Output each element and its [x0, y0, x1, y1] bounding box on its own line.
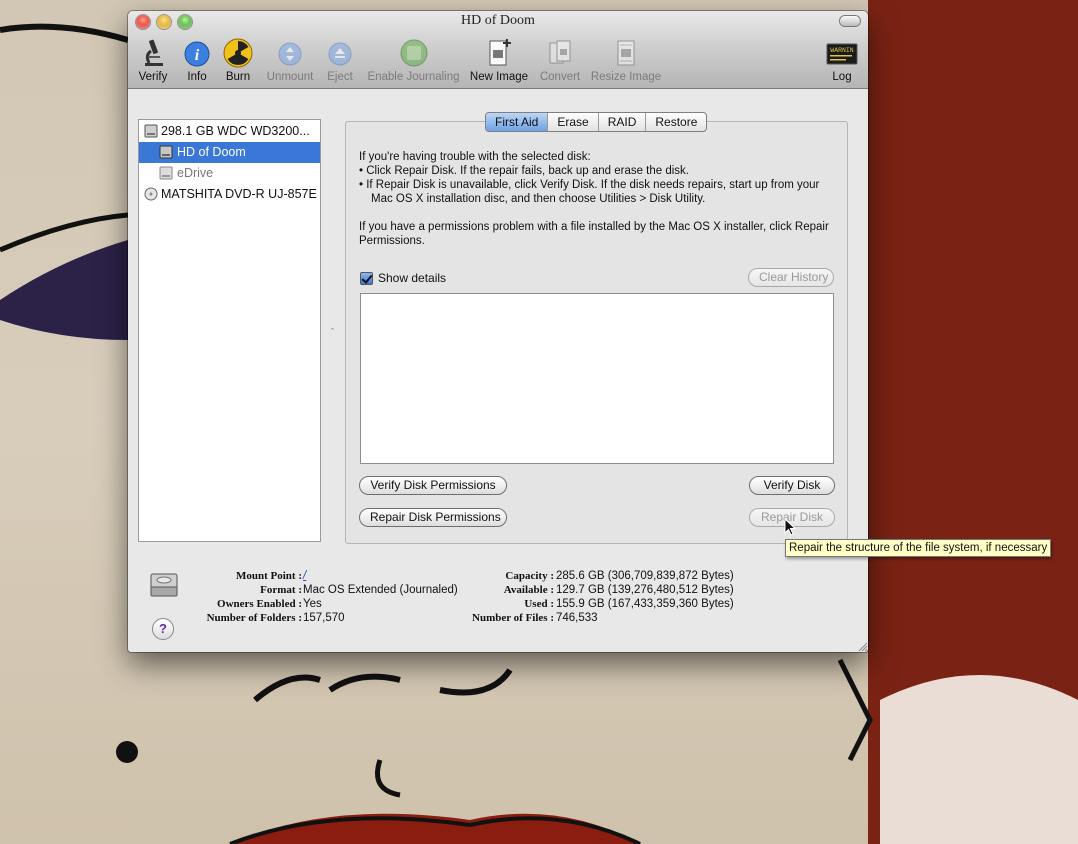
convert-icon [549, 40, 571, 64]
toolbar-info-label: Info [187, 71, 207, 83]
show-details-checkbox[interactable] [360, 271, 373, 285]
capacity-value: 285.6 GB (306,709,839,872 Bytes) [556, 570, 734, 582]
hard-disk-icon [144, 124, 158, 138]
microscope-icon [145, 39, 163, 66]
disk-utility-window: HD of Doom Verify i Info Burn Unmount Ej… [128, 11, 868, 652]
volume-icon [159, 145, 173, 159]
toolbar-convert-label: Convert [539, 71, 581, 83]
toolbar-log-label: Log [832, 71, 852, 83]
toolbar-enable-journaling-button[interactable]: Enable Journaling [366, 37, 461, 87]
repair-disk-tooltip: Repair the structure of the file system,… [785, 539, 1052, 557]
toolbar-eject-button[interactable]: Eject [324, 37, 356, 87]
owners-enabled-value: Yes [303, 598, 322, 610]
sidebar-item-edrive[interactable]: eDrive [139, 163, 320, 184]
sidebar-item-hd-of-doom[interactable]: HD of Doom [139, 142, 320, 163]
unmount-icon [278, 42, 302, 66]
details-log-area[interactable] [360, 293, 834, 464]
sidebar-item-dvd-drive[interactable]: MATSHITA DVD-R UJ-857E [139, 184, 320, 205]
repair-disk-permissions-button[interactable]: Repair Disk Permissions [359, 508, 507, 527]
toolbar-new-image-label: New Image [469, 71, 529, 83]
mouse-pointer-icon [784, 518, 796, 536]
instructions-bullet: • If Repair Disk is unavailable, click V… [359, 179, 820, 205]
toolbar-resize-image-label: Resize Image [590, 71, 662, 83]
used-key: Used : [524, 598, 554, 610]
toolbar: HD of Doom Verify i Info Burn Unmount Ej… [128, 11, 868, 89]
sidebar-item-label: HD of Doom [177, 145, 246, 159]
tab-first-aid[interactable]: First Aid [486, 113, 549, 131]
tab-erase[interactable]: Erase [548, 113, 599, 131]
hard-disk-icon [150, 573, 178, 597]
toolbar-log-button[interactable]: WARNIN Log [825, 37, 859, 87]
number-of-folders-key: Number of Folders : [206, 612, 302, 624]
format-key: Format : [260, 584, 302, 596]
tab-raid[interactable]: RAID [599, 113, 647, 131]
toolbar-unmount-label: Unmount [266, 71, 314, 83]
permissions-note: If you have a permissions problem with a… [359, 221, 829, 247]
sidebar-item-label: eDrive [177, 166, 214, 180]
toolbar-burn-label: Burn [225, 71, 251, 83]
toolbar-unmount-button[interactable]: Unmount [263, 37, 317, 87]
number-of-folders-value: 157,570 [303, 612, 345, 624]
show-details-option[interactable]: Show details [360, 270, 446, 286]
tab-restore[interactable]: Restore [646, 113, 706, 131]
verify-disk-button[interactable]: Verify Disk [749, 476, 835, 495]
optical-drive-icon [144, 187, 158, 201]
mount-point-link[interactable]: / [303, 569, 306, 583]
resize-grip-icon[interactable] [856, 640, 868, 652]
toolbar-verify-button[interactable]: Verify [134, 37, 172, 87]
toolbar-toggle-button[interactable] [840, 16, 860, 26]
radiation-icon [223, 38, 253, 68]
number-of-files-value: 746,533 [556, 612, 598, 624]
tab-bar: First Aid Erase RAID Restore [485, 112, 708, 132]
journal-icon [400, 39, 427, 67]
available-value: 129.7 GB (139,276,480,512 Bytes) [556, 584, 734, 596]
mount-point-key: Mount Point : [236, 570, 302, 582]
resize-image-icon [617, 40, 635, 66]
number-of-files-key: Number of Files : [472, 612, 554, 624]
clear-history-button[interactable]: Clear History [748, 268, 834, 287]
sidebar-item-wdc-disk[interactable]: 298.1 GB WDC WD3200... [139, 121, 320, 142]
svg-text:i: i [195, 47, 200, 64]
sidebar-item-label: MATSHITA DVD-R UJ-857E [161, 187, 317, 201]
available-key: Available : [503, 584, 554, 596]
verify-disk-permissions-button[interactable]: Verify Disk Permissions [359, 476, 507, 495]
new-image-icon [489, 39, 511, 66]
toolbar-convert-button[interactable]: Convert [537, 37, 583, 87]
instructions-intro: If you're having trouble with the select… [359, 151, 591, 163]
capacity-key: Capacity : [505, 570, 554, 582]
format-value: Mac OS Extended (Journaled) [303, 584, 458, 596]
volume-icon [159, 166, 173, 180]
used-value: 155.9 GB (167,433,359,360 Bytes) [556, 598, 734, 610]
toolbar-info-button[interactable]: i Info [181, 37, 213, 87]
toolbar-new-image-button[interactable]: New Image [469, 37, 529, 87]
toolbar-resize-image-button[interactable]: Resize Image [590, 37, 662, 87]
log-icon: WARNIN [826, 43, 858, 65]
first-aid-instructions: If you're having trouble with the select… [359, 150, 834, 248]
eject-icon [328, 42, 352, 66]
window-title: HD of Doom [461, 13, 535, 28]
split-view-handle[interactable]: ˆ [331, 327, 334, 337]
svg-text:WARNIN: WARNIN [830, 47, 854, 54]
owners-enabled-key: Owners Enabled : [217, 598, 302, 610]
help-button[interactable]: ? [152, 618, 174, 640]
info-icon: i [184, 41, 210, 67]
sidebar-item-label: 298.1 GB WDC WD3200... [161, 124, 310, 138]
toolbar-burn-button[interactable]: Burn [222, 37, 254, 87]
show-details-label: Show details [378, 271, 447, 285]
toolbar-verify-label: Verify [138, 71, 168, 83]
toolbar-eject-label: Eject [327, 71, 353, 83]
disk-list-sidebar: 298.1 GB WDC WD3200... HD of Doom eDrive… [138, 119, 321, 542]
instructions-bullet: • Click Repair Disk. If the repair fails… [359, 165, 690, 177]
toolbar-enable-journaling-label: Enable Journaling [367, 71, 460, 83]
